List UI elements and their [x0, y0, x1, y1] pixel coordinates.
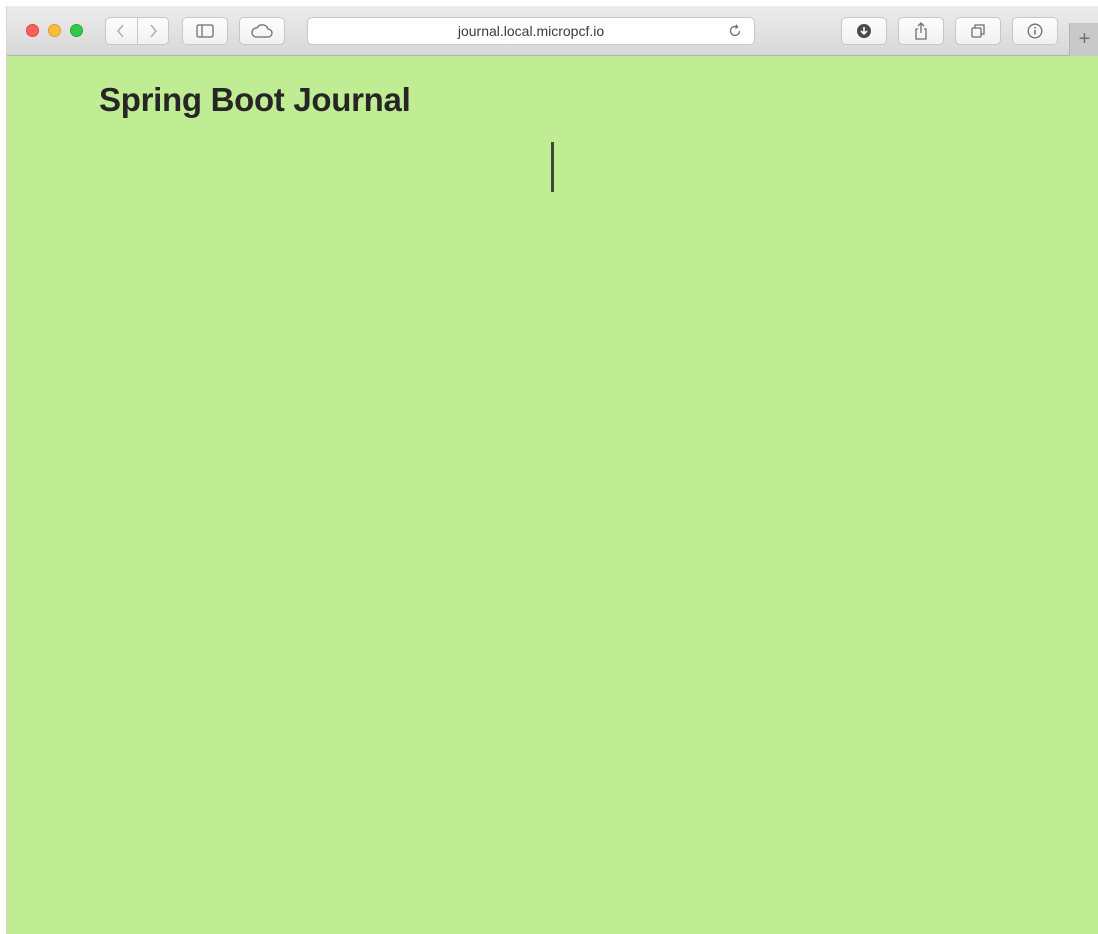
back-button[interactable]: [106, 18, 137, 44]
browser-window: journal.local.micropcf.io + Spring Boot …: [6, 6, 1098, 934]
url-text: journal.local.micropcf.io: [457, 23, 605, 39]
tab-overview-button[interactable]: [955, 17, 1001, 45]
minimize-window-button[interactable]: [48, 24, 61, 37]
zoom-window-button[interactable]: [70, 24, 83, 37]
icloud-tabs-button[interactable]: [239, 17, 285, 45]
forward-button[interactable]: [136, 18, 169, 44]
sidebar-icon: [196, 24, 214, 38]
info-button[interactable]: [1012, 17, 1058, 45]
navigation-buttons: [105, 17, 169, 45]
reload-button[interactable]: [726, 22, 744, 40]
tabs-icon: [971, 24, 985, 38]
chevron-right-icon: [150, 24, 157, 38]
plus-icon: +: [1078, 28, 1091, 50]
reload-icon: [729, 24, 741, 37]
text-cursor: [551, 142, 554, 192]
share-icon: [915, 22, 927, 40]
page-content: Spring Boot Journal: [7, 57, 1098, 934]
share-button[interactable]: [898, 17, 944, 45]
download-icon: [857, 24, 871, 38]
info-icon: [1027, 23, 1043, 39]
new-tab-button[interactable]: +: [1069, 23, 1098, 56]
page-title: Spring Boot Journal: [99, 81, 411, 118]
close-window-button[interactable]: [26, 24, 39, 37]
browser-toolbar: journal.local.micropcf.io +: [7, 6, 1098, 56]
address-bar[interactable]: journal.local.micropcf.io: [307, 17, 755, 45]
sidebar-button[interactable]: [182, 17, 228, 45]
chevron-left-icon: [117, 24, 124, 38]
cloud-icon: [251, 24, 273, 38]
downloads-button[interactable]: [841, 17, 887, 45]
